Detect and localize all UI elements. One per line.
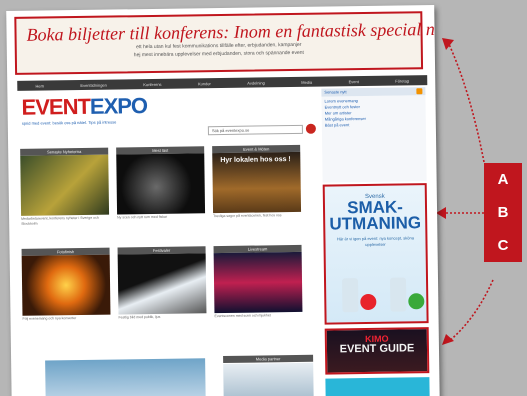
card-image [20,154,110,216]
nav-item[interactable]: Avdelning [247,80,265,85]
sidebar-news: Senaste nytt Lorem evenemang Eventnytt o… [321,87,427,183]
smak-body: Här är vi igen på event: nya koncept, sk… [336,235,414,248]
bottom-header: Media partner [223,354,314,364]
news-card[interactable]: Senaste Nyheterna Medarbetarevent, konfe… [20,147,110,227]
news-card[interactable]: Livestream Eventscenen med scen och mjuk… [213,244,303,319]
card-image [21,254,111,316]
news-card[interactable]: Fotofinish Följ evenemang och nya konser… [21,247,111,322]
badge-icon [360,293,377,311]
arrow-b-head [436,207,446,219]
card-caption: Följ evenemang och nya konserter [22,316,77,321]
label-a: A [484,163,522,196]
nav-item[interactable]: Hem [35,83,44,88]
sidebar-link[interactable]: Bäst på event [325,121,423,128]
site-logo[interactable]: EVENTEXPO [21,93,147,121]
card-caption: Eventscenen med scen och mjukhet [214,313,271,319]
nav-item[interactable]: Konferens [143,81,161,86]
sidebar-list: Lorem evenemang Eventnytt och fester Mer… [321,95,427,183]
card-caption: Trevliga sagor på eventscenen, fest hos … [213,213,282,219]
card-image [213,251,303,314]
card-overlay-text: Hyr lokalen hos oss ! [220,156,291,165]
logo-part-1: EVENT [21,93,91,120]
nav-item[interactable]: Eventtidningen [80,82,107,87]
search-button[interactable] [305,123,316,134]
sidebar-title: Senaste nytt [324,89,347,95]
badge-icon [408,293,425,310]
smak-title: SMAK-UTMANING [329,197,422,234]
news-card[interactable]: Event & Möten Hyr lokalen hos oss ! Trev… [212,144,302,219]
label-c: C [484,229,522,262]
bottom-ad[interactable] [325,377,430,396]
nav-item[interactable]: Media [301,79,312,84]
news-card[interactable]: Mest läst Ny scen och nytt rum med fiska… [116,146,206,220]
tagline: sprid med event: besök oss på nätet. Tip… [21,119,117,126]
nav-item[interactable]: Event [349,79,359,84]
news-card[interactable]: Festivaler Festlig bild med publik, ljus [117,246,207,320]
arrow-c [447,279,494,343]
card-image: Hyr lokalen hos oss ! [212,151,302,214]
smak-utmaning-ad[interactable]: Svensk SMAK-UTMANING Här är vi igen på e… [322,183,429,325]
arrow-a-head [442,38,454,50]
kimo-event-guide-ad[interactable]: KIMO EVENT GUIDE [324,327,430,375]
product-bottle-icon [389,277,407,312]
card-caption: Medarbetarevent, konferens nyheter i Sve… [21,215,99,226]
bottom-image[interactable] [45,358,206,396]
arrow-c-head [442,334,454,345]
card-image [116,153,206,215]
label-b: B [484,196,522,229]
card-image [117,253,207,315]
bottom-image-2[interactable] [223,362,314,396]
product-bottle-icon [341,278,359,313]
card-caption: Festlig bild med publik, ljus [118,314,161,320]
top-banner-ad[interactable]: Boka biljetter till konferens: Inom en f… [14,11,440,75]
card-caption: Ny scen och nytt rum med fiskar [117,214,168,220]
sidebar-header: Senaste nytt [321,87,426,97]
nav-item[interactable]: Kunder [198,81,211,86]
logo-part-2: EXPO [89,93,148,119]
kimo-title: EVENT GUIDE [339,342,415,356]
arrow-a [447,41,485,163]
nav-item[interactable]: Företag [395,78,409,83]
search-input[interactable]: Sök på eventexpo.se [207,124,303,136]
website-screenshot: Boka biljetter till konferens: Inom en f… [6,5,440,396]
rss-icon[interactable] [416,88,423,95]
